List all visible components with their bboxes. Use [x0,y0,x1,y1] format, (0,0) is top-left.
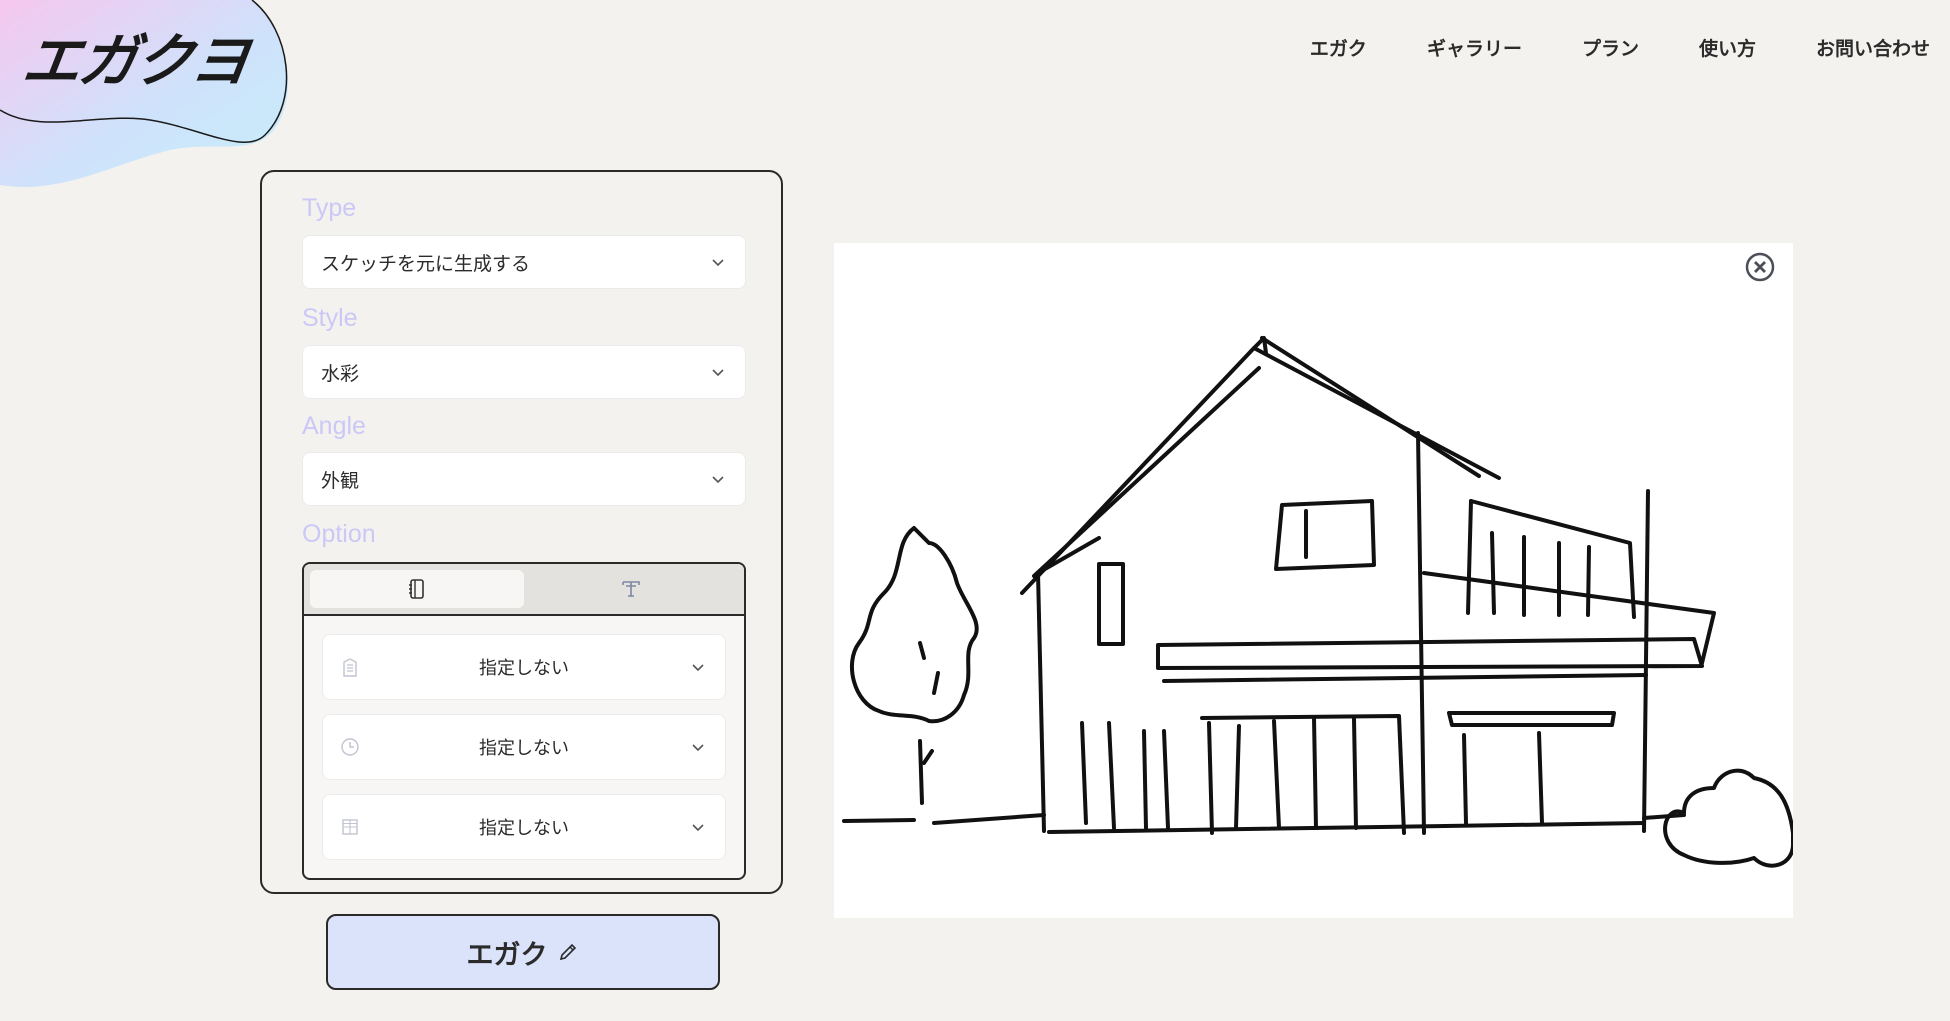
sketch-canvas[interactable] [834,243,1796,918]
nav-item-egaku[interactable]: エガク [1310,34,1367,61]
type-select[interactable]: スケッチを元に生成する [302,235,746,289]
chevron-down-icon [692,744,704,752]
pencil-icon [559,943,576,961]
generate-button[interactable]: エガク [326,914,720,990]
angle-label: Angle [302,412,366,440]
angle-value: 外観 [321,469,360,492]
tab-notebook[interactable] [310,570,524,608]
notebook-icon [409,579,424,599]
nav-item-plan[interactable]: プラン [1582,34,1639,61]
chevron-down-icon [692,664,704,672]
house-sketch-image [842,336,1796,868]
option-label: Option [302,520,376,548]
generate-button-label: エガク [466,939,548,971]
style-select[interactable]: 水彩 [302,345,746,399]
option-tabs [304,564,744,616]
style-label: Style [302,304,358,332]
option-row-window[interactable]: 指定しない [322,794,726,860]
nav-item-usage[interactable]: 使い方 [1699,34,1756,61]
nav-item-gallery[interactable]: ギャラリー [1427,34,1522,61]
text-format-icon [622,581,640,597]
tab-text-format[interactable] [524,570,738,608]
chevron-down-icon [712,369,724,377]
option-row-building[interactable]: 指定しない [322,634,726,700]
chevron-down-icon [712,476,724,484]
option-box: 指定しない 指定しない 指定しない [302,562,746,880]
app-logo[interactable]: エガクヨ [18,14,254,98]
close-circle-icon[interactable] [1744,251,1776,283]
option-row-time[interactable]: 指定しない [322,714,726,780]
type-value: スケッチを元に生成する [321,252,531,275]
settings-panel: Type スケッチを元に生成する Style 水彩 Angle 外観 Optio… [260,170,783,894]
angle-select[interactable]: 外観 [302,452,746,506]
nav-item-contact[interactable]: お問い合わせ [1816,34,1930,61]
chevron-down-icon [692,824,704,832]
type-label: Type [302,194,357,222]
chevron-down-icon [712,259,724,267]
option-row-value: 指定しない [479,738,569,759]
option-row-value: 指定しない [479,658,569,679]
style-value: 水彩 [321,362,360,385]
main-nav: エガク ギャラリー プラン 使い方 お問い合わせ [1310,34,1930,61]
option-row-value: 指定しない [479,818,569,839]
